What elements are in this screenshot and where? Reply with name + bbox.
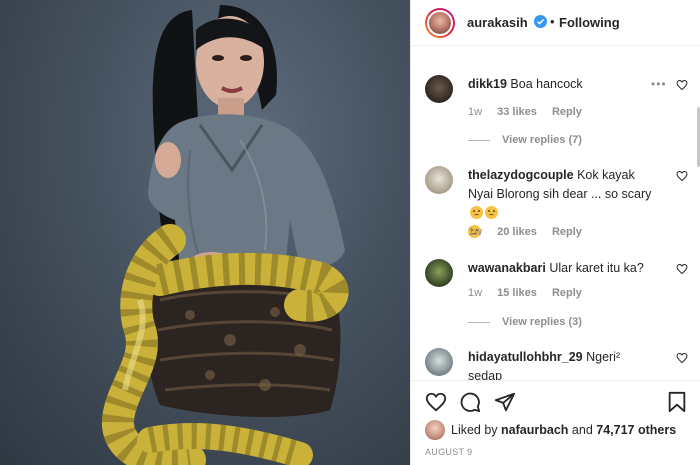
- author-avatar[interactable]: [425, 8, 455, 38]
- commenter-username[interactable]: thelazydogcouple: [468, 168, 574, 182]
- comment-like-heart-icon[interactable]: [676, 263, 688, 275]
- header-separator: •: [550, 14, 555, 29]
- view-replies-line: [468, 321, 490, 323]
- comment-meta: 1w 15 likes Reply: [468, 287, 594, 299]
- comment-like-heart-icon[interactable]: [676, 352, 688, 364]
- commenter-avatar[interactable]: [425, 348, 453, 376]
- comments-list[interactable]: dikk19 Boa hancock ••• 1w 33 likes Reply…: [411, 47, 700, 380]
- comment-time: 1w: [468, 226, 483, 238]
- view-replies-label[interactable]: View replies (7): [502, 134, 582, 146]
- reply-button[interactable]: Reply: [552, 226, 582, 238]
- reply-button[interactable]: Reply: [552, 287, 582, 299]
- more-options-icon[interactable]: •••: [651, 77, 667, 91]
- commenter-avatar[interactable]: [425, 259, 453, 287]
- share-icon[interactable]: [494, 391, 516, 413]
- following-button[interactable]: Following: [559, 15, 620, 30]
- comment-likes[interactable]: 15 likes: [497, 287, 537, 299]
- bookmark-icon[interactable]: [667, 391, 687, 413]
- comment-text: wawanakbari Ular karet itu ka?: [468, 259, 656, 278]
- verified-badge-icon: [534, 15, 547, 28]
- view-replies-button[interactable]: View replies (7): [468, 134, 582, 146]
- comment-like-heart-icon[interactable]: [676, 79, 688, 91]
- worried-face-emoji: [470, 206, 483, 219]
- post-photo[interactable]: [0, 0, 410, 465]
- post-header: aurakasih • Following: [411, 0, 700, 46]
- commenter-avatar[interactable]: [425, 166, 453, 194]
- post-date[interactable]: AUGUST 9: [425, 447, 472, 457]
- reply-button[interactable]: Reply: [552, 106, 582, 118]
- view-replies-button[interactable]: View replies (3): [468, 316, 582, 328]
- liker-username[interactable]: nafaurbach: [501, 423, 568, 437]
- comment-likes[interactable]: 33 likes: [497, 106, 537, 118]
- heart-icon[interactable]: [425, 391, 447, 413]
- crying-face-emoji: [485, 206, 498, 219]
- commenter-username[interactable]: hidayatullohbhr_29: [468, 350, 583, 364]
- view-replies-label[interactable]: View replies (3): [502, 316, 582, 328]
- likes-count[interactable]: 74,717 others: [596, 423, 676, 437]
- comment-body: Boa hancock: [510, 77, 583, 91]
- comment-time: 1w: [468, 287, 483, 299]
- liked-by-text: Liked by nafaurbach and 74,717 others: [451, 423, 676, 437]
- comment-body: Ular karet itu ka?: [549, 261, 644, 275]
- post-image-illustration: [102, 5, 349, 465]
- liker-avatar[interactable]: [425, 420, 445, 440]
- comment-time: 1w: [468, 106, 483, 118]
- comment-likes[interactable]: 20 likes: [497, 226, 537, 238]
- commenter-avatar[interactable]: [425, 75, 453, 103]
- view-replies-line: [468, 139, 490, 141]
- liked-by-prefix: Liked by: [451, 423, 498, 437]
- commenter-username[interactable]: wawanakbari: [468, 261, 546, 275]
- comment-text: dikk19 Boa hancock: [468, 75, 656, 94]
- comment-meta: 1w 33 likes Reply: [468, 106, 594, 118]
- author-username[interactable]: aurakasih: [467, 15, 528, 30]
- liked-by-conjunction: and: [571, 423, 593, 437]
- comment-text: hidayatullohbhr_29 Ngeri² sedap: [468, 348, 656, 380]
- comment-icon[interactable]: [459, 391, 481, 413]
- liked-by-summary: Liked by nafaurbach and 74,717 others: [425, 420, 695, 440]
- comment-meta: 1w 20 likes Reply: [468, 226, 594, 238]
- comment-like-heart-icon[interactable]: [676, 170, 688, 182]
- post-detail-panel: aurakasih • Following dikk19 Boa hancock…: [410, 0, 700, 465]
- commenter-username[interactable]: dikk19: [468, 77, 507, 91]
- post-action-bar: [411, 380, 700, 422]
